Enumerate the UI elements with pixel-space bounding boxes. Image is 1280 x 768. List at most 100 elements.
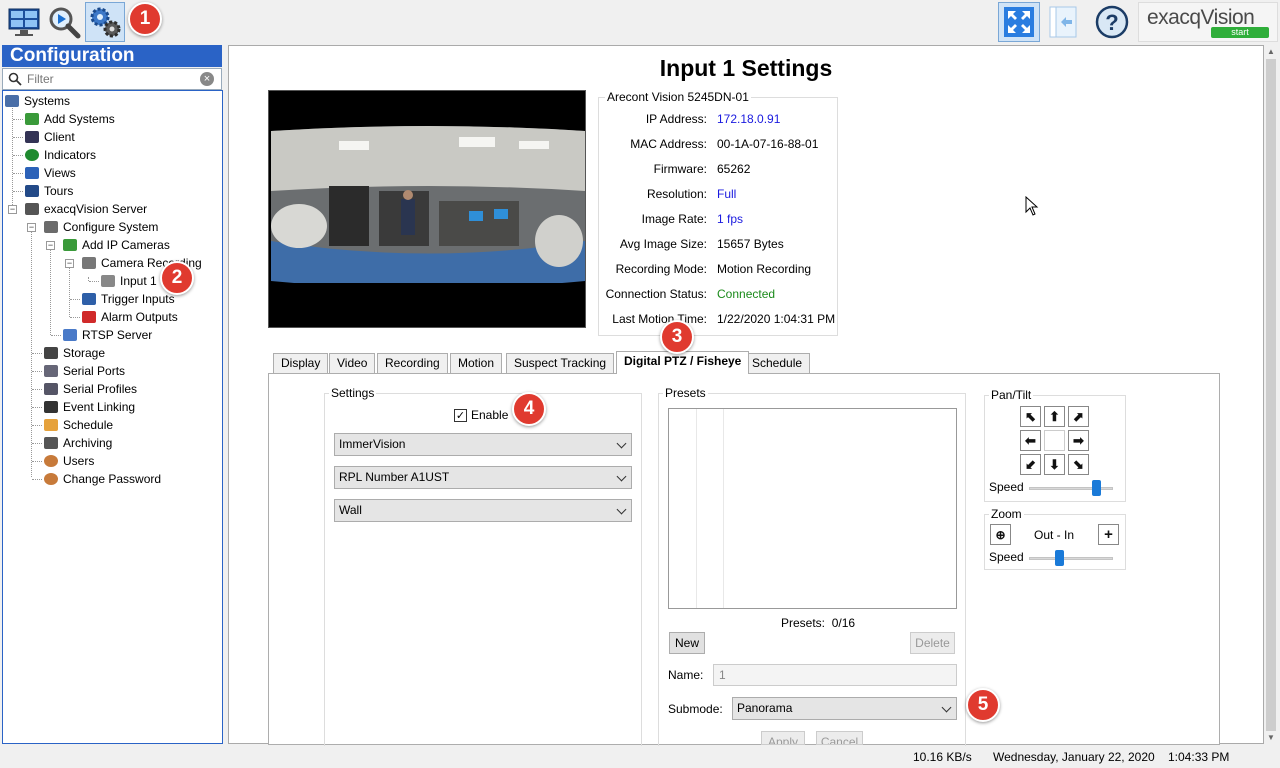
tab-video[interactable]: Video	[329, 353, 376, 373]
tilt-down-button[interactable]: ⬇	[1044, 454, 1065, 475]
collapse-toggle[interactable]: −	[8, 205, 17, 214]
tab-display[interactable]: Display	[273, 353, 329, 373]
status-time: 1:04:33 PM	[1168, 750, 1230, 764]
page-title: Input 1 Settings	[659, 55, 833, 81]
tree-item-rtsp-server[interactable]: RTSP Server	[63, 326, 152, 344]
arrow-up-left-icon: ⬉	[1025, 408, 1036, 424]
help-icon: ?	[1095, 5, 1129, 39]
chevron-down-icon	[616, 438, 627, 449]
info-key: Image Rate:	[641, 212, 707, 226]
collapse-toggle[interactable]: −	[27, 223, 36, 232]
mount-position-select[interactable]: Wall	[334, 499, 632, 522]
server-icon	[25, 203, 39, 215]
camera-info-row: MAC Address: 00-1A-07-16-88-01	[598, 137, 838, 153]
submode-select[interactable]: Panorama	[732, 697, 957, 720]
zoom-out-button[interactable]: ⊕	[990, 524, 1011, 545]
pan-tilt-home-button[interactable]	[1044, 430, 1065, 451]
configuration-button[interactable]	[85, 2, 125, 42]
brand-tag: start	[1211, 27, 1269, 38]
lens-vendor-select[interactable]: ImmerVision	[334, 433, 632, 456]
fullscreen-button[interactable]	[998, 2, 1040, 42]
tree-item-event-linking[interactable]: Event Linking	[44, 398, 135, 416]
add-camera-icon	[63, 239, 77, 251]
info-value: Connected	[717, 287, 776, 301]
arrow-down-icon: ⬇	[1049, 456, 1060, 472]
arrow-left-icon: ⬅	[1025, 432, 1036, 448]
tree-item-views[interactable]: Views	[25, 164, 76, 182]
pan-down-left-button[interactable]: ⬋	[1020, 454, 1041, 475]
search-button[interactable]	[44, 2, 84, 42]
dock-panel-button[interactable]	[1042, 2, 1082, 42]
info-key: Avg Image Size:	[619, 237, 707, 251]
tree-item-client[interactable]: Client	[25, 128, 75, 146]
playback-search-icon	[49, 7, 81, 39]
pan-right-button[interactable]: ➡	[1068, 430, 1089, 451]
tree-item-configure-system[interactable]: Configure System	[44, 218, 158, 236]
tab-recording[interactable]: Recording	[377, 353, 448, 373]
pan-down-right-button[interactable]: ⬊	[1068, 454, 1089, 475]
apply-button[interactable]: Apply	[761, 731, 805, 745]
pan-up-right-button[interactable]: ⬈	[1068, 406, 1089, 427]
tree-item-indicators[interactable]: Indicators	[25, 146, 96, 164]
tilt-up-button[interactable]: ⬆	[1044, 406, 1065, 427]
tree-item-systems[interactable]: Systems	[5, 92, 70, 110]
tree-item-users[interactable]: Users	[44, 452, 94, 470]
tab-motion[interactable]: Motion	[450, 353, 503, 373]
status-bar: 10.16 KB/s Wednesday, January 22, 2020 1…	[0, 746, 1280, 768]
arrow-up-icon: ⬆	[1049, 408, 1060, 424]
scroll-thumb[interactable]	[1266, 59, 1276, 731]
zoom-out-in-label: Out - In	[1034, 528, 1075, 542]
settings-legend: Settings	[331, 386, 375, 400]
data-rate: 10.16 KB/s	[913, 750, 972, 764]
scroll-up-icon[interactable]: ▲	[1267, 47, 1275, 56]
tree-item-alarm-outputs[interactable]: Alarm Outputs	[82, 308, 178, 326]
filter-input[interactable]	[27, 72, 197, 86]
plus-icon: +	[1104, 526, 1113, 543]
delete-preset-button[interactable]: Delete	[910, 632, 955, 654]
trigger-input-icon	[82, 293, 96, 305]
tree-item-serial-profiles[interactable]: Serial Profiles	[44, 380, 137, 398]
lens-model-select[interactable]: RPL Number A1UST	[334, 466, 632, 489]
tree-item-add-systems[interactable]: Add Systems	[25, 110, 115, 128]
callout-badge: 3	[660, 320, 694, 354]
clear-filter-icon[interactable]: ×	[200, 72, 214, 86]
tree-item-tours[interactable]: Tours	[25, 182, 73, 200]
tree-item-storage[interactable]: Storage	[44, 344, 105, 362]
tree-item-serial-ports[interactable]: Serial Ports	[44, 362, 125, 380]
tree-item-change-password[interactable]: Change Password	[44, 470, 161, 488]
zoom-speed-slider[interactable]	[1029, 557, 1113, 560]
camera-preview	[268, 90, 586, 328]
info-value: 1/22/2020 1:04:31 PM	[717, 312, 836, 326]
scroll-down-icon[interactable]: ▼	[1267, 733, 1275, 742]
schedule-icon	[44, 419, 58, 431]
tree-item-exacqvision-server[interactable]: exacqVision Server	[25, 200, 147, 218]
preset-name-field[interactable]: 1	[713, 664, 957, 686]
tab-suspect-tracking[interactable]: Suspect Tracking	[506, 353, 615, 373]
tree-item-schedule[interactable]: Schedule	[44, 416, 113, 434]
collapse-toggle[interactable]: −	[65, 259, 74, 268]
pan-left-button[interactable]: ⬅	[1020, 430, 1041, 451]
vertical-scrollbar[interactable]: ▲ ▼	[1264, 45, 1278, 744]
help-button[interactable]: ?	[1092, 2, 1132, 42]
info-value: 00-1A-07-16-88-01	[717, 137, 819, 151]
cancel-button[interactable]: Cancel	[816, 731, 863, 745]
tree-item-trigger-inputs[interactable]: Trigger Inputs	[82, 290, 175, 308]
pan-tilt-speed-thumb[interactable]	[1092, 480, 1101, 496]
live-view-button[interactable]	[4, 2, 44, 42]
filter-box: ×	[2, 68, 222, 90]
pan-up-left-button[interactable]: ⬉	[1020, 406, 1041, 427]
collapse-toggle[interactable]: −	[46, 241, 55, 250]
new-preset-button[interactable]: New	[669, 632, 705, 654]
tab-schedule[interactable]: Schedule	[744, 353, 811, 373]
tree-item-add-ip-cameras[interactable]: Add IP Cameras	[63, 236, 170, 254]
zoom-in-button[interactable]: +	[1098, 524, 1119, 545]
presets-count: Presets: 0/16	[781, 616, 856, 630]
enable-checkbox[interactable]: ✓	[454, 408, 467, 422]
presets-list[interactable]	[668, 408, 957, 609]
tree-item-input-1[interactable]: Input 1	[101, 272, 157, 290]
zoom-legend: Zoom	[991, 507, 1022, 521]
tab-digital-ptz-fisheye[interactable]: Digital PTZ / Fisheye	[616, 351, 750, 374]
zoom-speed-thumb[interactable]	[1054, 550, 1064, 566]
enable-checkbox-row[interactable]: ✓ Enable	[454, 408, 508, 422]
tree-item-archiving[interactable]: Archiving	[44, 434, 112, 452]
